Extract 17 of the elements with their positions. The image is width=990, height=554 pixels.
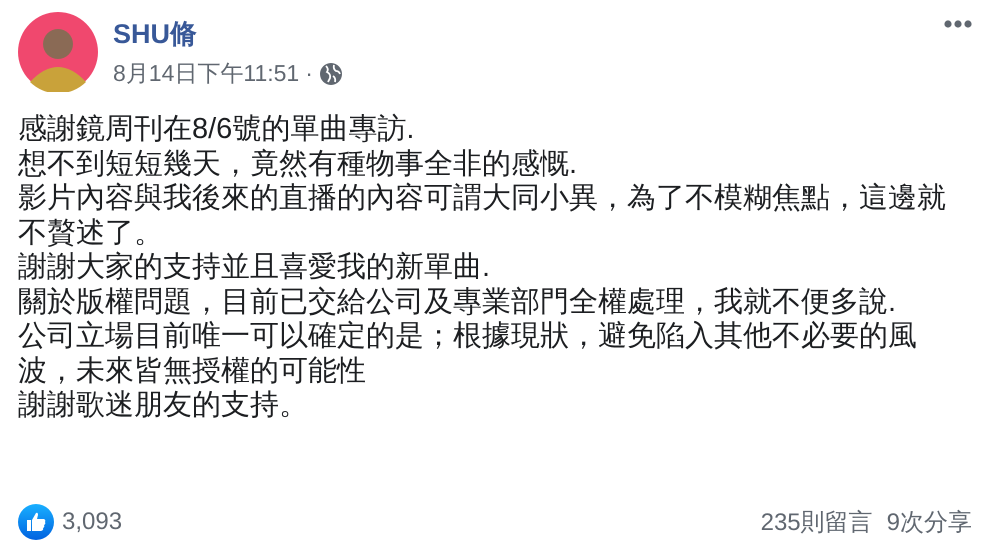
post-text: 想不到短短幾天，竟然有種物事全非的感慨. bbox=[18, 146, 578, 181]
post-text: 謝謝大家的支持並且喜愛我的新單曲. bbox=[18, 250, 492, 284]
globe-icon[interactable] bbox=[318, 62, 343, 86]
timestamp-link[interactable]: 8月14日下午11:51 bbox=[113, 58, 300, 89]
post-text: 影片內容與我後來的直播的內容可謂大同小異，為了不模糊焦點，這邊就不贅述了。 bbox=[18, 181, 947, 250]
like-count[interactable]: 3,093 bbox=[62, 508, 122, 536]
shares-link[interactable]: 9次分享 bbox=[886, 506, 972, 538]
author-name[interactable]: SHU脩 bbox=[113, 16, 198, 52]
comments-link[interactable]: 235則留言 bbox=[760, 506, 873, 538]
post-text: 關於版權問題，目前已交給公司及專業部門全權處理，我就不便多說. bbox=[18, 284, 898, 319]
post-text: 謝謝歌迷朋友的支持。 bbox=[18, 388, 309, 422]
like-icon[interactable] bbox=[18, 504, 54, 540]
more-icon bbox=[944, 20, 972, 28]
post-text: 公司立場目前唯一可以確定的是；根據現狀，避免陷入其他不必要的風波，未來皆無授權的可能性 bbox=[18, 319, 918, 388]
avatar[interactable] bbox=[18, 12, 98, 92]
post-text: 感謝鏡周刊在8/6號的單曲專訪. bbox=[18, 112, 416, 146]
separator-dot: · bbox=[305, 60, 313, 87]
